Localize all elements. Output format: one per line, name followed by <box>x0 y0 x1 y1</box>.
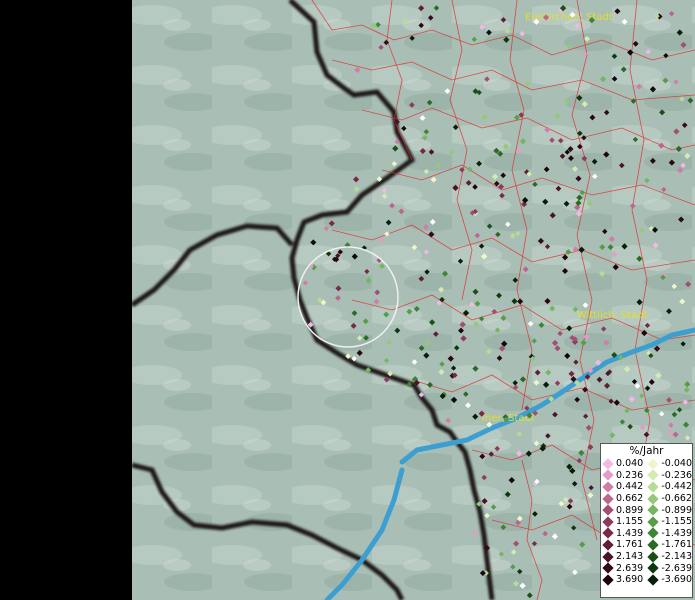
legend-swatch <box>602 574 614 586</box>
legend-label: 0.236 <box>616 469 644 481</box>
place-label-wittlich: Wittlich, Stadt <box>577 310 648 321</box>
legend-row-negative-4: -0.899 <box>646 504 692 516</box>
legend-row-negative-0: -0.040 <box>646 458 692 470</box>
legend-label: 3.690 <box>616 574 644 586</box>
legend-label: 0.662 <box>616 493 644 505</box>
legend-label: -0.442 <box>661 481 692 493</box>
legend-label: 1.439 <box>616 527 644 539</box>
legend-row-negative-2: -0.442 <box>646 481 692 493</box>
legend-label: 0.442 <box>616 481 644 493</box>
legend-row-positive-2: 0.442 <box>601 481 646 493</box>
legend-swatch <box>647 562 660 574</box>
map-viewer: Euskirchen, Stadt Wittlich, Stadt Trier,… <box>0 0 695 600</box>
legend-positive-column: 0.040 0.236 0.442 0.662 0.899 1.155 1.439 1.761… <box>601 458 646 586</box>
legend-label: 2.639 <box>616 562 644 574</box>
legend-swatch <box>602 504 614 516</box>
legend-row-positive-1: 0.236 <box>601 469 646 482</box>
legend-swatch <box>647 516 660 528</box>
legend: %/Jahr 0.040 0.236 0.442 0.662 0.899 1.155 1.4… <box>600 443 693 598</box>
legend-label: -1.439 <box>661 527 692 539</box>
legend-label: 1.761 <box>616 539 644 551</box>
legend-label: -0.899 <box>661 504 692 516</box>
legend-label: -2.143 <box>661 551 692 563</box>
legend-row-negative-7: -1.761 <box>646 539 692 551</box>
legend-row-positive-3: 0.662 <box>601 492 646 505</box>
legend-swatch <box>647 481 660 493</box>
legend-label: -1.155 <box>661 516 692 528</box>
legend-swatch <box>602 527 614 540</box>
legend-row-positive-0: 0.040 <box>601 458 646 470</box>
legend-row-negative-3: -0.662 <box>646 492 692 505</box>
legend-row-negative-1: -0.236 <box>646 469 692 482</box>
legend-swatch <box>602 469 614 482</box>
legend-row-negative-8: -2.143 <box>646 550 692 563</box>
legend-row-positive-5: 1.155 <box>601 516 646 528</box>
legend-row-negative-5: -1.155 <box>646 516 692 528</box>
legend-label: 1.155 <box>616 516 644 528</box>
legend-row-positive-8: 2.143 <box>601 550 646 563</box>
legend-swatch <box>602 539 614 551</box>
legend-label: -0.662 <box>661 493 692 505</box>
legend-rows: 0.040 0.236 0.442 0.662 0.899 1.155 1.439 1.761… <box>601 458 692 586</box>
legend-swatch <box>647 550 660 563</box>
legend-label: 0.040 <box>616 458 644 470</box>
legend-swatch <box>602 550 614 563</box>
legend-row-negative-10: -3.690 <box>646 574 692 586</box>
legend-swatch <box>647 469 660 482</box>
legend-label: -3.690 <box>661 574 692 586</box>
legend-row-positive-4: 0.899 <box>601 504 646 516</box>
legend-swatch <box>647 574 660 586</box>
legend-label: -0.236 <box>661 469 692 481</box>
legend-swatch <box>647 539 660 551</box>
legend-label: -2.639 <box>661 562 692 574</box>
legend-swatch <box>602 562 614 574</box>
legend-label: 2.143 <box>616 551 644 563</box>
legend-title: %/Jahr <box>629 445 664 457</box>
legend-row-negative-6: -1.439 <box>646 527 692 540</box>
legend-label: -1.761 <box>661 539 692 551</box>
legend-swatch <box>602 458 614 470</box>
legend-row-positive-7: 1.761 <box>601 539 646 551</box>
legend-swatch <box>602 516 614 528</box>
legend-swatch <box>647 492 660 505</box>
legend-swatch <box>602 481 614 493</box>
legend-label: 0.899 <box>616 504 644 516</box>
legend-row-positive-6: 1.439 <box>601 527 646 540</box>
legend-row-positive-9: 2.639 <box>601 562 646 574</box>
legend-swatch <box>647 527 660 540</box>
legend-swatch <box>647 504 660 516</box>
legend-row-negative-9: -2.639 <box>646 562 692 574</box>
legend-row-positive-10: 3.690 <box>601 574 646 586</box>
left-black-margin <box>0 0 132 600</box>
legend-swatch <box>647 458 660 470</box>
legend-label: -0.040 <box>661 458 692 470</box>
legend-negative-column: -0.040 -0.236 -0.442 -0.662 -0.899 -1.155 -1.4… <box>646 458 692 586</box>
legend-swatch <box>602 492 614 505</box>
